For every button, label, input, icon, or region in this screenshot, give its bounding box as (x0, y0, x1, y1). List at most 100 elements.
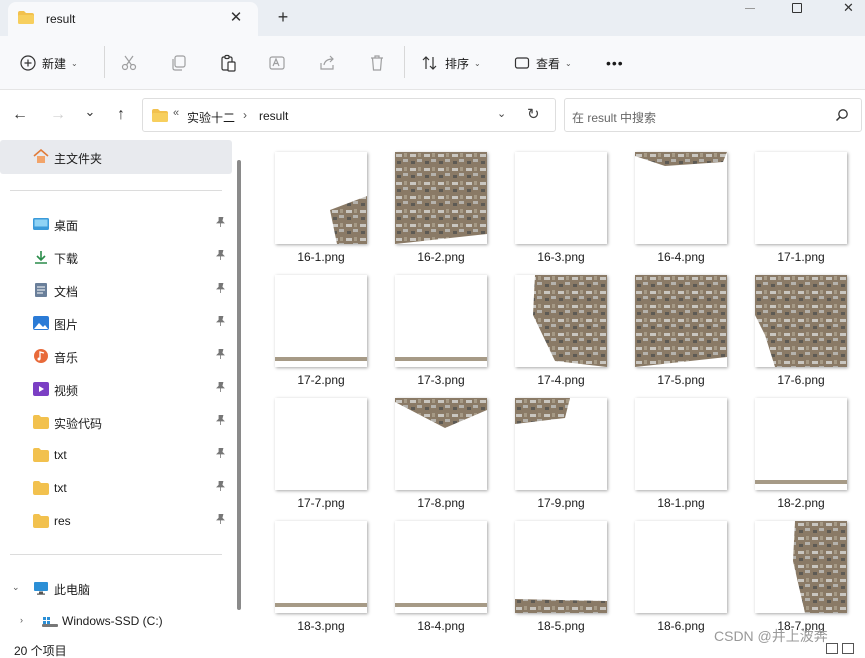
sidebar-item-video[interactable]: 视频 (0, 375, 232, 403)
sidebar-item-document[interactable]: 文档 (0, 276, 232, 304)
up-button[interactable]: ↑ (111, 105, 131, 125)
pin-icon[interactable] (216, 480, 225, 494)
image-thumbnail[interactable] (635, 152, 727, 244)
file-item[interactable]: 18-7.png (736, 511, 847, 633)
forward-button[interactable]: → (48, 105, 68, 125)
file-item[interactable]: 17-4.png (496, 265, 607, 387)
chevron-down-icon[interactable]: ⌄ (497, 107, 506, 120)
image-thumbnail[interactable] (635, 521, 727, 613)
image-thumbnail[interactable] (755, 275, 847, 367)
image-thumbnail[interactable] (395, 398, 487, 490)
image-thumbnail[interactable] (395, 521, 487, 613)
pin-icon[interactable] (216, 216, 225, 230)
pin-icon[interactable] (216, 414, 225, 428)
new-tab-button[interactable]: + (272, 6, 294, 28)
pin-icon[interactable] (216, 348, 225, 362)
refresh-button[interactable]: ↻ (527, 105, 540, 123)
image-thumbnail[interactable] (275, 398, 367, 490)
pin-icon[interactable] (216, 513, 225, 527)
sidebar-item-this-pc[interactable]: ⌄ 此电脑 (0, 574, 232, 602)
sidebar-scrollbar-thumb[interactable] (237, 160, 241, 610)
view-button[interactable]: 查看 ⌄ (514, 50, 572, 76)
sidebar-item-download[interactable]: 下载 (0, 243, 232, 271)
file-item[interactable]: 16-3.png (496, 142, 607, 264)
image-thumbnail[interactable] (755, 521, 847, 613)
sidebar-item-folder[interactable]: txt (0, 474, 232, 502)
thumbnail-image (635, 152, 727, 166)
image-thumbnail[interactable] (635, 275, 727, 367)
minimize-button[interactable] (735, 0, 765, 18)
image-thumbnail[interactable] (395, 275, 487, 367)
file-item[interactable]: 18-4.png (376, 511, 487, 633)
maximize-button[interactable] (792, 3, 802, 13)
file-item[interactable]: 18-2.png (736, 388, 847, 510)
image-thumbnail[interactable] (755, 152, 847, 244)
sidebar-item-home[interactable]: 主文件夹 (0, 140, 232, 174)
file-item[interactable]: 16-4.png (616, 142, 727, 264)
more-options-button[interactable]: ••• (606, 50, 624, 76)
breadcrumb-overflow[interactable]: « (173, 107, 179, 119)
file-item[interactable]: 16-2.png (376, 142, 487, 264)
tiles-view-button[interactable] (842, 643, 854, 654)
recent-locations-button[interactable]: ⌄ (80, 102, 100, 122)
sort-button[interactable]: 排序 ⌄ (421, 50, 481, 76)
cut-button[interactable] (120, 50, 138, 76)
sidebar-item-music[interactable]: 音乐 (0, 342, 232, 370)
window-close-button[interactable]: ✕ (843, 0, 854, 16)
chevron-right-icon[interactable]: › (20, 615, 23, 625)
image-thumbnail[interactable] (635, 398, 727, 490)
breadcrumb-item[interactable]: result (259, 109, 288, 123)
file-item[interactable]: 18-6.png (616, 511, 727, 633)
file-item[interactable]: 17-7.png (256, 388, 367, 510)
file-item[interactable]: 17-5.png (616, 265, 727, 387)
search-input[interactable]: 在 result 中搜索 (572, 109, 656, 126)
file-item[interactable]: 17-1.png (736, 142, 847, 264)
pin-icon[interactable] (216, 249, 225, 263)
image-thumbnail[interactable] (275, 521, 367, 613)
sidebar-item-pictures[interactable]: 图片 (0, 309, 232, 337)
file-item[interactable]: 17-9.png (496, 388, 607, 510)
rename-button[interactable] (268, 50, 286, 76)
breadcrumb-item[interactable]: 实验十二 (187, 109, 235, 126)
image-thumbnail[interactable] (515, 275, 607, 367)
image-thumbnail[interactable] (275, 152, 367, 244)
new-button[interactable]: 新建 ⌄ (20, 50, 78, 76)
file-item[interactable]: 18-3.png (256, 511, 367, 633)
sidebar-item-folder[interactable]: 实验代码 (0, 408, 232, 436)
file-item[interactable]: 18-1.png (616, 388, 727, 510)
address-bar[interactable]: « 实验十二 › result ⌄ ↻ (142, 98, 556, 132)
search-box[interactable]: 在 result 中搜索 (564, 98, 862, 132)
file-item[interactable]: 16-1.png (256, 142, 367, 264)
file-item[interactable]: 17-3.png (376, 265, 487, 387)
sidebar-item-desktop[interactable]: 桌面 (0, 210, 232, 238)
back-button[interactable]: ← (10, 105, 30, 125)
sidebar-item-label: 桌面 (54, 219, 79, 233)
pin-icon[interactable] (216, 282, 225, 296)
image-thumbnail[interactable] (515, 521, 607, 613)
sidebar-item-label: txt (54, 481, 67, 495)
pin-icon[interactable] (216, 447, 225, 461)
file-item[interactable]: 17-2.png (256, 265, 367, 387)
chevron-down-icon[interactable]: ⌄ (12, 582, 20, 593)
sidebar-item-folder[interactable]: txt (0, 441, 232, 469)
paste-button[interactable] (219, 50, 237, 76)
image-thumbnail[interactable] (515, 398, 607, 490)
delete-button[interactable] (368, 50, 386, 76)
pin-icon[interactable] (216, 315, 225, 329)
tab-result[interactable]: result ✕ (8, 2, 258, 36)
pin-icon[interactable] (216, 381, 225, 395)
file-item[interactable]: 17-8.png (376, 388, 487, 510)
image-thumbnail[interactable] (395, 152, 487, 244)
sidebar-item-folder[interactable]: res (0, 507, 232, 535)
image-thumbnail[interactable] (755, 398, 847, 490)
image-thumbnail[interactable] (275, 275, 367, 367)
share-button[interactable] (318, 50, 336, 76)
image-thumbnail[interactable] (515, 152, 607, 244)
details-view-button[interactable] (826, 643, 838, 654)
sidebar-item-drive-c[interactable]: › Windows-SSD (C:) (0, 607, 232, 635)
close-tab-icon[interactable]: ✕ (226, 8, 246, 28)
file-item[interactable]: 17-6.png (736, 265, 847, 387)
copy-button[interactable] (170, 50, 188, 76)
item-count: 20 个项目 (14, 644, 67, 658)
file-item[interactable]: 18-5.png (496, 511, 607, 633)
